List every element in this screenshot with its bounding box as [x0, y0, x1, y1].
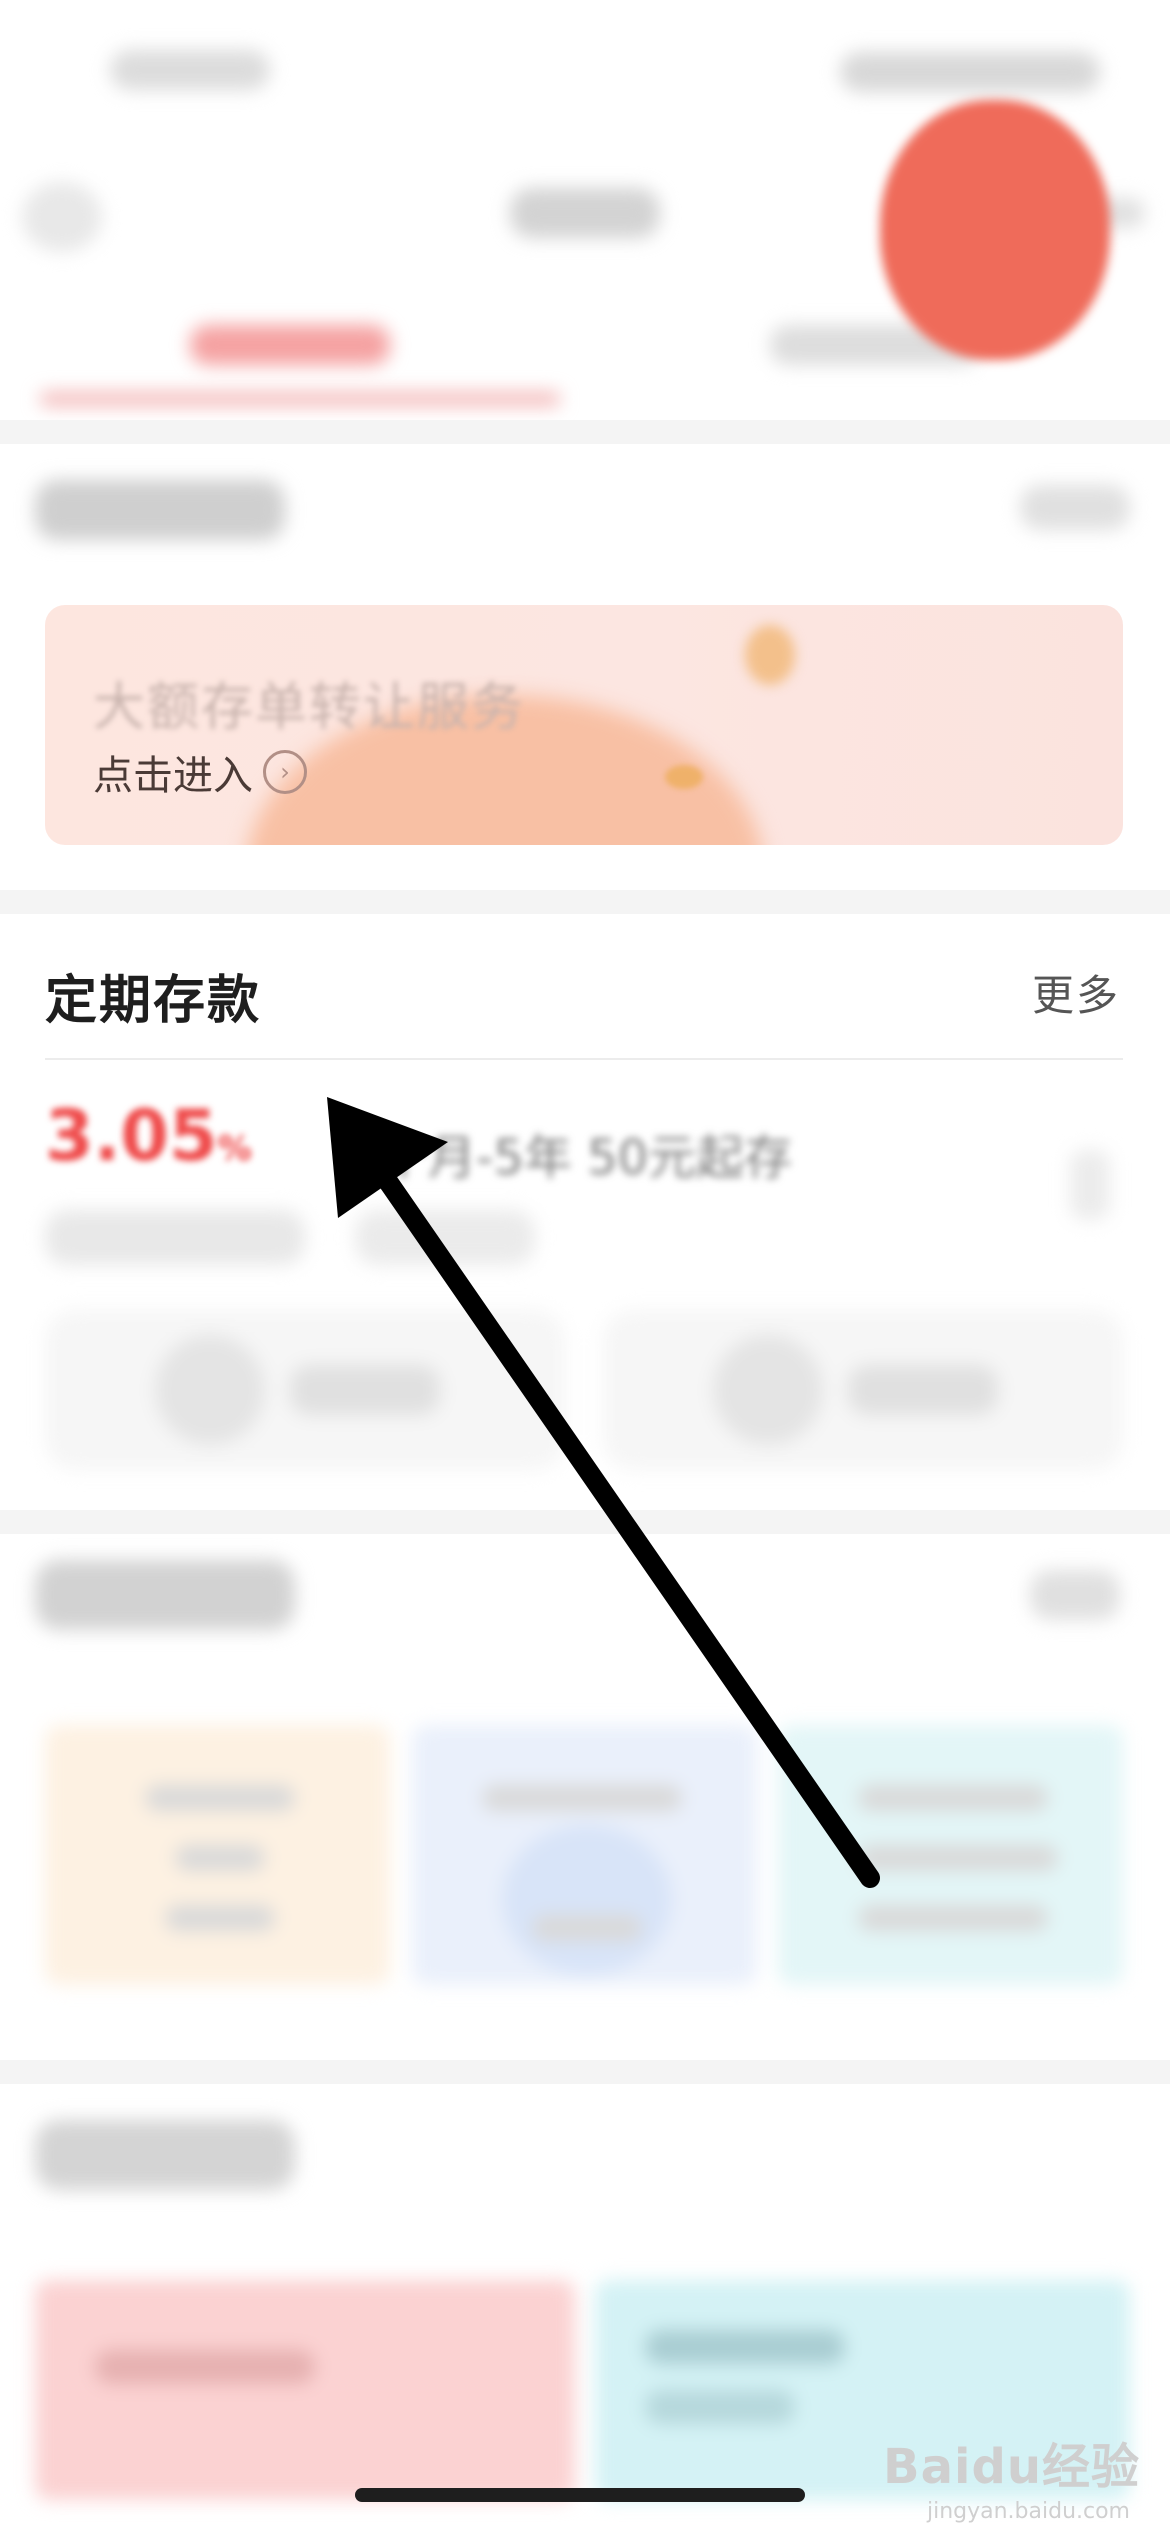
action-button-left[interactable] [45, 1310, 565, 1470]
action-label-blurred [290, 1365, 440, 1415]
action-row [45, 1310, 1123, 1470]
coin-decoration [745, 625, 795, 685]
action-button-right[interactable] [603, 1310, 1123, 1470]
section-title-blurred [35, 480, 285, 540]
product-name-blurred [45, 1210, 305, 1265]
section-title-blurred [35, 1560, 295, 1630]
product-card[interactable] [412, 1725, 757, 1985]
header-divider [45, 1058, 1123, 1060]
status-time-blurred [110, 50, 270, 90]
watermark-url: jingyan.baidu.com [926, 2499, 1130, 2524]
watermark-logo: Baidu经验 [883, 2439, 1140, 2495]
section-divider [0, 2060, 1170, 2084]
card-text-blurred [858, 1785, 1048, 1811]
chevron-right-icon[interactable] [1070, 1150, 1110, 1220]
chevron-right-circle-icon: › [263, 750, 307, 794]
card-text-blurred [145, 1785, 295, 1811]
card-text-blurred [482, 1785, 682, 1811]
card-text-blurred [532, 1915, 642, 1941]
deposit-terms: 个月-5年 50元起存 [380, 1130, 793, 1186]
fixed-deposit-title: 定期存款 [45, 971, 262, 1031]
card-text-blurred [165, 1905, 275, 1931]
banner-enter-link[interactable]: 点击进入 › [93, 743, 307, 801]
interest-rate: 3.05% [45, 1095, 252, 1177]
promo-text-blurred [645, 2330, 845, 2364]
promo-text-blurred [95, 2350, 315, 2384]
promo-card[interactable] [35, 2280, 575, 2500]
action-icon [155, 1335, 265, 1445]
section-more-blurred[interactable] [1020, 485, 1130, 530]
section-divider [0, 1510, 1170, 1534]
product-card[interactable] [778, 1725, 1123, 1985]
page-title-blurred [510, 188, 660, 238]
banner-enter-label: 点击进入 [93, 753, 253, 799]
transfer-service-banner[interactable]: 大额存单转让服务 点击进入 › [45, 605, 1123, 845]
card-text-blurred [858, 1845, 1058, 1871]
money-bag-icon [880, 100, 1110, 360]
action-icon [713, 1335, 823, 1445]
section-title-blurred [35, 2120, 295, 2190]
action-label-blurred [848, 1365, 998, 1415]
card-text-blurred [175, 1845, 265, 1871]
product-tag-blurred [355, 1210, 535, 1265]
back-icon[interactable] [22, 182, 102, 252]
fixed-deposit-more-link[interactable]: 更多 [1032, 962, 1120, 1023]
card-decoration [502, 1825, 672, 1975]
section-more-blurred[interactable] [1030, 1570, 1120, 1620]
section-divider [0, 890, 1170, 914]
status-icons-blurred [840, 52, 1100, 92]
coin-decoration [665, 765, 703, 789]
banner-title: 大额存单转让服务 [93, 678, 526, 738]
tab-active-blurred[interactable] [190, 325, 390, 365]
card-text-blurred [858, 1905, 1048, 1931]
home-indicator[interactable] [355, 2488, 805, 2502]
tab-underline [40, 392, 560, 406]
section-divider [0, 420, 1170, 444]
promo-text-blurred [645, 2390, 795, 2424]
product-card[interactable] [45, 1725, 390, 1985]
